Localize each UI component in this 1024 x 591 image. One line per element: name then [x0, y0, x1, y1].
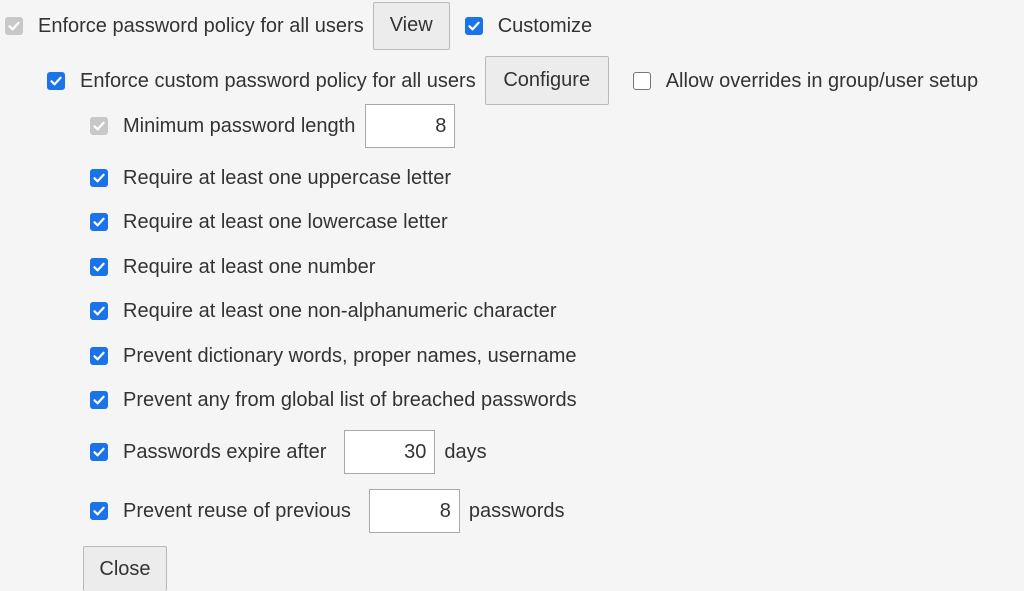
lowercase-checkbox[interactable] — [90, 213, 108, 231]
customize-label: Customize — [497, 14, 593, 37]
customize-checkbox[interactable] — [464, 16, 483, 35]
breached-row: Prevent any from global list of breached… — [90, 388, 577, 412]
checkmark-icon — [93, 447, 105, 457]
checkmark-icon — [8, 21, 20, 30]
number-row: Require at least one number — [90, 255, 375, 279]
close-button[interactable]: Close — [83, 546, 167, 591]
checkmark-icon — [468, 21, 480, 30]
checkmark-icon — [93, 173, 105, 183]
breached-checkbox[interactable] — [90, 391, 108, 409]
expire-checkbox[interactable] — [90, 443, 108, 461]
non-alnum-label: Require at least one non-alphanumeric ch… — [123, 300, 557, 322]
custom-policy-row: Enforce custom password policy for all u… — [47, 56, 978, 105]
checkmark-icon — [50, 76, 62, 85]
view-button[interactable]: View — [372, 1, 450, 50]
non-alnum-checkbox[interactable] — [90, 302, 108, 320]
lowercase-row: Require at least one lowercase letter — [90, 210, 448, 234]
expire-unit-label: days — [444, 441, 487, 463]
expire-days-input[interactable] — [344, 430, 436, 474]
non-alnum-row: Require at least one non-alphanumeric ch… — [90, 299, 557, 323]
uppercase-checkbox[interactable] — [90, 169, 108, 187]
allow-overrides-label: Allow overrides in group/user setup — [665, 69, 979, 92]
uppercase-label: Require at least one uppercase letter — [123, 167, 451, 189]
reuse-unit-label: passwords — [468, 500, 565, 522]
expire-label: Passwords expire after — [123, 441, 327, 463]
min-length-input[interactable] — [365, 104, 456, 148]
min-length-row: Minimum password length — [90, 104, 456, 148]
allow-overrides-checkbox[interactable] — [632, 71, 651, 90]
dictionary-row: Prevent dictionary words, proper names, … — [90, 344, 577, 368]
breached-label: Prevent any from global list of breached… — [123, 389, 577, 411]
checkmark-icon — [93, 351, 105, 361]
enforce-policy-checkbox[interactable] — [5, 16, 23, 35]
checkmark-icon — [93, 217, 105, 227]
checkmark-icon — [93, 262, 105, 272]
custom-policy-checkbox[interactable] — [47, 71, 65, 90]
uppercase-row: Require at least one uppercase letter — [90, 166, 451, 190]
enforce-policy-label: Enforce password policy for all users — [38, 14, 364, 37]
min-length-label: Minimum password length — [123, 115, 356, 137]
checkmark-icon — [93, 506, 105, 516]
expire-row: Passwords expire after days — [90, 430, 487, 474]
min-length-checkbox[interactable] — [90, 117, 108, 135]
reuse-count-input[interactable] — [368, 489, 460, 533]
dictionary-label: Prevent dictionary words, proper names, … — [123, 345, 577, 367]
custom-policy-label: Enforce custom password policy for all u… — [80, 69, 476, 92]
number-checkbox[interactable] — [90, 258, 108, 276]
checkmark-icon — [93, 121, 105, 131]
reuse-checkbox[interactable] — [90, 502, 108, 520]
dictionary-checkbox[interactable] — [90, 347, 108, 365]
checkmark-icon — [93, 395, 105, 405]
enforce-policy-row: Enforce password policy for all users Vi… — [5, 1, 593, 50]
reuse-row: Prevent reuse of previous passwords — [90, 489, 565, 533]
number-label: Require at least one number — [123, 256, 376, 278]
lowercase-label: Require at least one lowercase letter — [123, 211, 448, 233]
reuse-label: Prevent reuse of previous — [123, 500, 351, 522]
configure-button[interactable]: Configure — [484, 56, 609, 105]
checkmark-icon — [93, 306, 105, 316]
